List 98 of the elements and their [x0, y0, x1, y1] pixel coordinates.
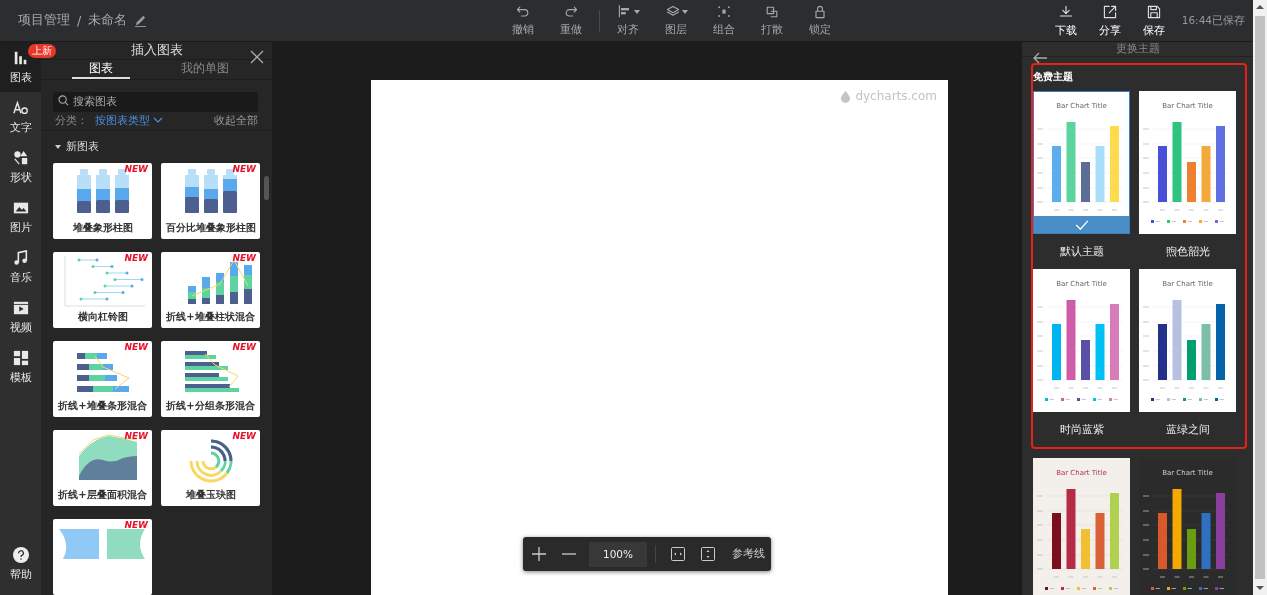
group-button[interactable]: 组合	[700, 1, 748, 40]
sidebar-item[interactable]: 图片	[0, 192, 41, 242]
drop-logo-icon	[840, 89, 852, 103]
undo-icon	[515, 4, 531, 20]
scroll-up-icon[interactable]	[1256, 3, 1264, 11]
search-field[interactable]: 搜索图表	[53, 91, 258, 112]
ungroup-button[interactable]: 打散	[748, 1, 796, 40]
chart-template-card[interactable]: NEW 横向杠铃图	[53, 252, 152, 328]
back-arrow-icon[interactable]	[1032, 50, 1048, 66]
new-label: NEW	[232, 253, 256, 263]
caret-icon	[681, 9, 688, 15]
undo-button[interactable]: 撤销	[499, 1, 547, 40]
redo-icon	[563, 4, 579, 20]
sidebar-item[interactable]: 形状	[0, 142, 41, 192]
new-label: NEW	[124, 164, 148, 174]
section-title: 新图表	[66, 139, 99, 154]
fit-width-icon	[671, 547, 685, 561]
music-note-icon	[12, 249, 29, 266]
zoom-level: 100%	[589, 541, 647, 567]
chart-template-card[interactable]: NEW 堆叠象形柱图	[53, 163, 152, 239]
chart-template-card[interactable]: NEW 折线+堆叠柱状混合	[161, 252, 260, 328]
chart-template-card[interactable]: NEW	[53, 519, 152, 595]
align-button[interactable]: 对齐	[604, 1, 652, 40]
chart-template-card[interactable]: NEW 折线+分组条形混合	[161, 341, 260, 417]
project-link[interactable]: 项目管理	[18, 12, 70, 29]
template-name: 折线+堆叠条形混合	[58, 399, 147, 413]
pencil-icon[interactable]	[134, 14, 148, 27]
save-icon	[1145, 3, 1162, 20]
theme-name: 蓝绿之间	[1165, 422, 1210, 437]
help-button[interactable]: 帮助	[0, 539, 41, 589]
sidebar-item[interactable]: 音乐	[0, 242, 41, 292]
document-title: 未命名	[88, 12, 128, 29]
fit-height-icon	[701, 547, 715, 561]
guides-button[interactable]: 参考线	[732, 547, 765, 561]
category-dropdown[interactable]: 按图表类型	[95, 112, 163, 128]
filter-label: 分类：	[55, 112, 89, 128]
lock-button[interactable]: 锁定	[796, 1, 844, 40]
expand-triangle-icon[interactable]	[55, 143, 61, 150]
ungroup-icon	[764, 4, 780, 20]
chart-template-card[interactable]: NEW 堆叠玉玦图	[161, 430, 260, 506]
theme-name: 时尚蓝紫	[1059, 422, 1104, 437]
collapse-all-button[interactable]: 收起全部	[214, 112, 258, 128]
new-label: NEW	[124, 520, 148, 530]
save-button[interactable]: 保存	[1131, 1, 1176, 40]
scroll-down-icon[interactable]	[1256, 584, 1264, 592]
brand-text: dycharts.com	[855, 89, 937, 103]
redo-button[interactable]: 重做	[547, 1, 595, 40]
template-icon	[12, 349, 29, 366]
template-name: 折线+层叠面积混合	[58, 488, 147, 502]
text-icon	[12, 99, 29, 116]
template-name: 折线+堆叠柱状混合	[166, 310, 255, 324]
new-label: NEW	[124, 431, 148, 441]
new-label: NEW	[232, 342, 256, 352]
scrollbar[interactable]	[1253, 0, 1267, 595]
lock-icon	[812, 4, 828, 20]
layers-button[interactable]: 图层	[652, 1, 700, 40]
new-badge: 上新	[28, 44, 56, 58]
group-icon	[716, 4, 732, 20]
sidebar-item[interactable]: 模板	[0, 342, 41, 392]
save-status: 16:44已保存	[1181, 13, 1245, 28]
tab[interactable]: 图表	[72, 60, 130, 79]
chart-template-card[interactable]: NEW 折线+层叠面积混合	[53, 430, 152, 506]
scrollbar-thumb[interactable]	[264, 176, 269, 200]
close-icon[interactable]	[250, 50, 264, 64]
download-icon	[1057, 3, 1074, 20]
chart-template-card[interactable]: NEW 百分比堆叠象形柱图	[161, 163, 260, 239]
new-label: NEW	[124, 253, 148, 263]
check-icon	[1074, 219, 1089, 230]
share-icon	[1101, 3, 1118, 20]
template-name: 堆叠象形柱图	[72, 221, 133, 235]
chart-template-card[interactable]: NEW 折线+堆叠条形混合	[53, 341, 152, 417]
download-button[interactable]: 下载	[1043, 1, 1088, 40]
new-label: NEW	[232, 431, 256, 441]
help-icon	[16, 549, 25, 560]
plus-icon	[532, 547, 546, 561]
new-label: NEW	[232, 164, 256, 174]
tab[interactable]: 我的单图	[152, 60, 258, 79]
template-name: 堆叠玉玦图	[185, 488, 236, 502]
section-title: 免费主题	[1033, 70, 1073, 84]
bar-chart-icon	[12, 49, 29, 66]
search-icon	[58, 95, 69, 106]
caret-icon	[633, 9, 640, 15]
new-label: NEW	[124, 342, 148, 352]
panel-title: 更换主题	[1115, 42, 1160, 56]
shapes-icon	[12, 149, 29, 166]
share-button[interactable]: 分享	[1087, 1, 1132, 40]
template-name: 百分比堆叠象形柱图	[165, 221, 256, 235]
sidebar-item[interactable]: 视频	[0, 292, 41, 342]
theme-name: 默认主题	[1059, 244, 1104, 259]
radial-bar-drawing	[188, 439, 233, 483]
panel-title: 插入图表	[130, 42, 183, 59]
template-name: 折线+分组条形混合	[166, 399, 255, 413]
video-icon	[12, 299, 29, 316]
chevron-down-icon	[153, 117, 163, 123]
template-name: 横向杠铃图	[77, 310, 128, 324]
theme-name: 煦色韶光	[1165, 244, 1210, 259]
breadcrumb-separator: /	[77, 13, 82, 28]
sidebar-item[interactable]: 文字	[0, 92, 41, 142]
